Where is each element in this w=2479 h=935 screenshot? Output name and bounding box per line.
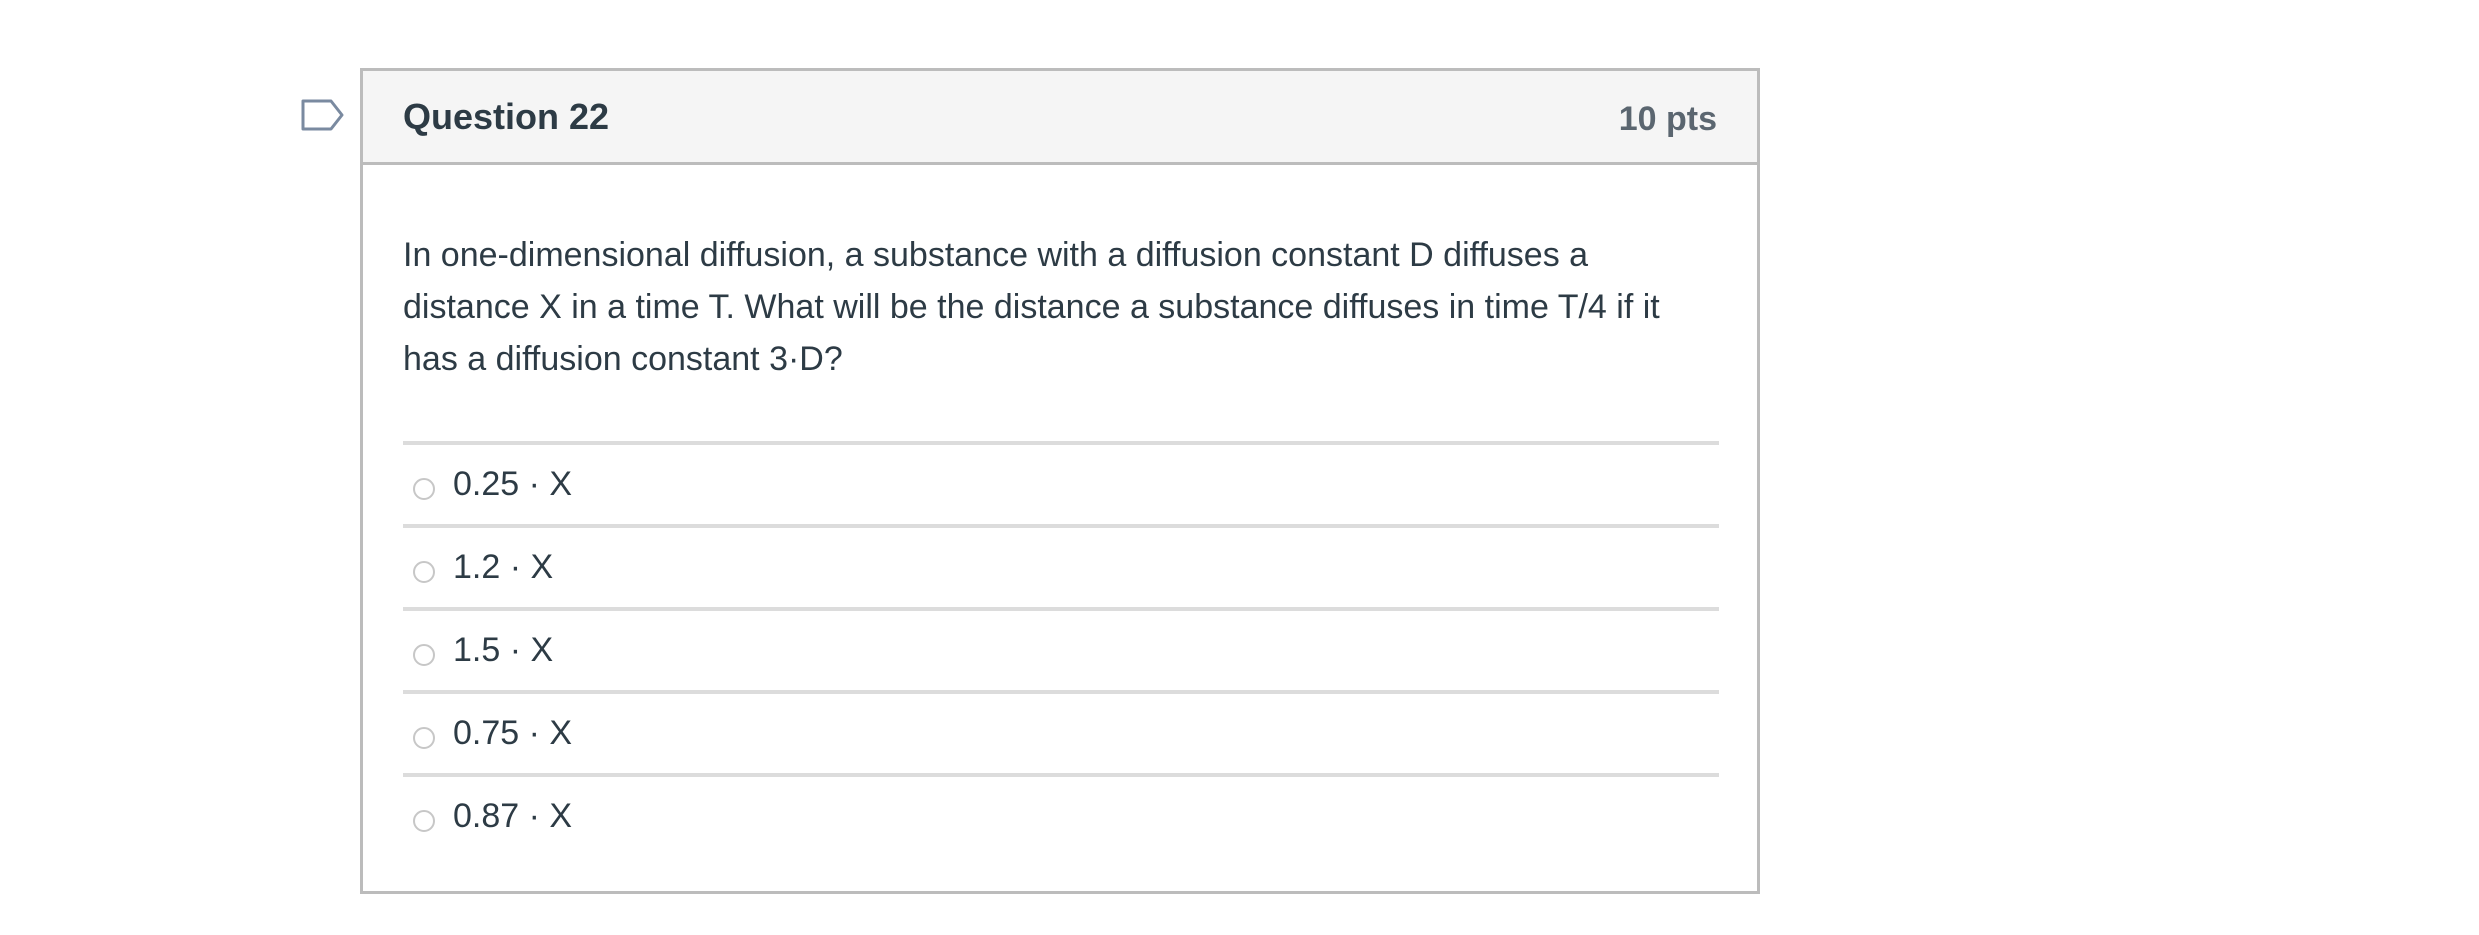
answer-option[interactable]: 0.87 · X — [403, 773, 1719, 856]
answer-label: 1.2 · X — [453, 548, 554, 586]
radio-button[interactable] — [413, 477, 435, 500]
quiz-page: Question 22 10 pts In one-dimensional di… — [0, 0, 2479, 935]
question-header: Question 22 10 pts — [363, 71, 1757, 165]
radio-button[interactable] — [413, 560, 435, 583]
answer-label: 0.75 · X — [453, 714, 573, 752]
question-title: Question 22 — [403, 95, 610, 137]
answer-label: 0.87 · X — [453, 797, 573, 835]
answer-label: 1.5 · X — [453, 631, 554, 669]
radio-button[interactable] — [413, 809, 435, 832]
answer-option[interactable]: 0.25 · X — [403, 441, 1719, 524]
question-card: Question 22 10 pts In one-dimensional di… — [360, 68, 1760, 894]
question-text: In one-dimensional diffusion, a substanc… — [403, 236, 1660, 378]
answer-option[interactable]: 0.75 · X — [403, 690, 1719, 773]
answer-list: 0.25 · X 1.2 · X 1.5 · X 0.75 · X 0.87 ·… — [403, 441, 1719, 856]
flag-question-icon[interactable] — [300, 97, 346, 133]
question-body: In one-dimensional diffusion, a substanc… — [363, 165, 1757, 856]
answer-option[interactable]: 1.5 · X — [403, 607, 1719, 690]
radio-button[interactable] — [413, 643, 435, 666]
question-points: 10 pts — [1618, 100, 1717, 138]
answer-label: 0.25 · X — [453, 465, 573, 503]
radio-button[interactable] — [413, 726, 435, 749]
answer-option[interactable]: 1.2 · X — [403, 524, 1719, 607]
